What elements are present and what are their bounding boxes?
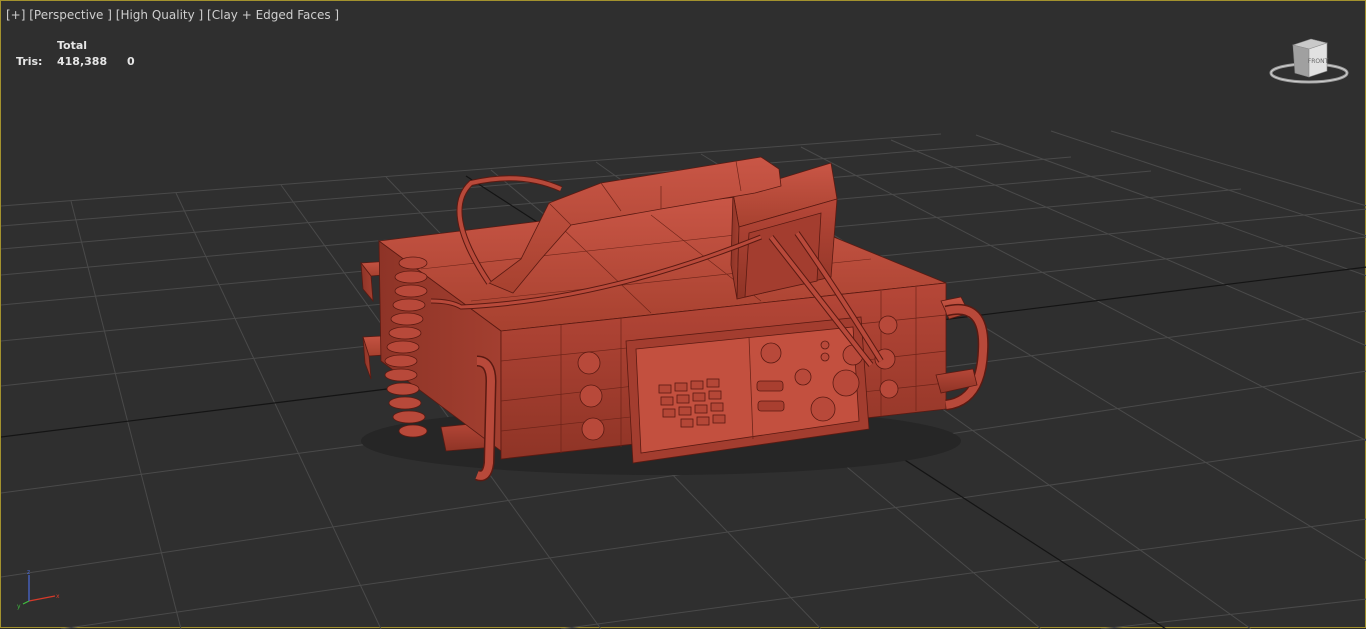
- viewcube-front-label: FRONT: [1308, 58, 1329, 65]
- stats-tris-selected: 0: [127, 55, 135, 68]
- viewcube-left-face[interactable]: [1292, 44, 1310, 78]
- viewport-quality-menu[interactable]: [High Quality ]: [116, 8, 203, 22]
- x-axis-line: [28, 595, 56, 602]
- y-axis-label: y: [17, 603, 21, 610]
- viewport-scene[interactable]: [1, 1, 1366, 629]
- y-axis-line: [22, 600, 30, 605]
- viewport-shading-menu[interactable]: [Clay + Edged Faces ]: [207, 8, 339, 22]
- x-axis-label: x: [56, 593, 60, 600]
- stats-header: Total: [57, 39, 88, 52]
- viewport-point-of-view-menu[interactable]: [Perspective ]: [29, 8, 112, 22]
- perspective-viewport[interactable]: [+] [Perspective ] [High Quality ] [Clay…: [0, 0, 1366, 629]
- stats-tris-total: 418,388: [57, 55, 108, 68]
- axis-tripod-icon: x y z: [17, 569, 60, 610]
- radio-model: [360, 156, 989, 482]
- viewport-label-menu: [+] [Perspective ] [High Quality ] [Clay…: [6, 8, 339, 22]
- viewport-general-menu[interactable]: [+]: [6, 8, 25, 22]
- viewcube[interactable]: FRONT: [1267, 35, 1351, 91]
- stats-tris-label: Tris:: [16, 55, 43, 68]
- z-axis-label: z: [27, 569, 30, 576]
